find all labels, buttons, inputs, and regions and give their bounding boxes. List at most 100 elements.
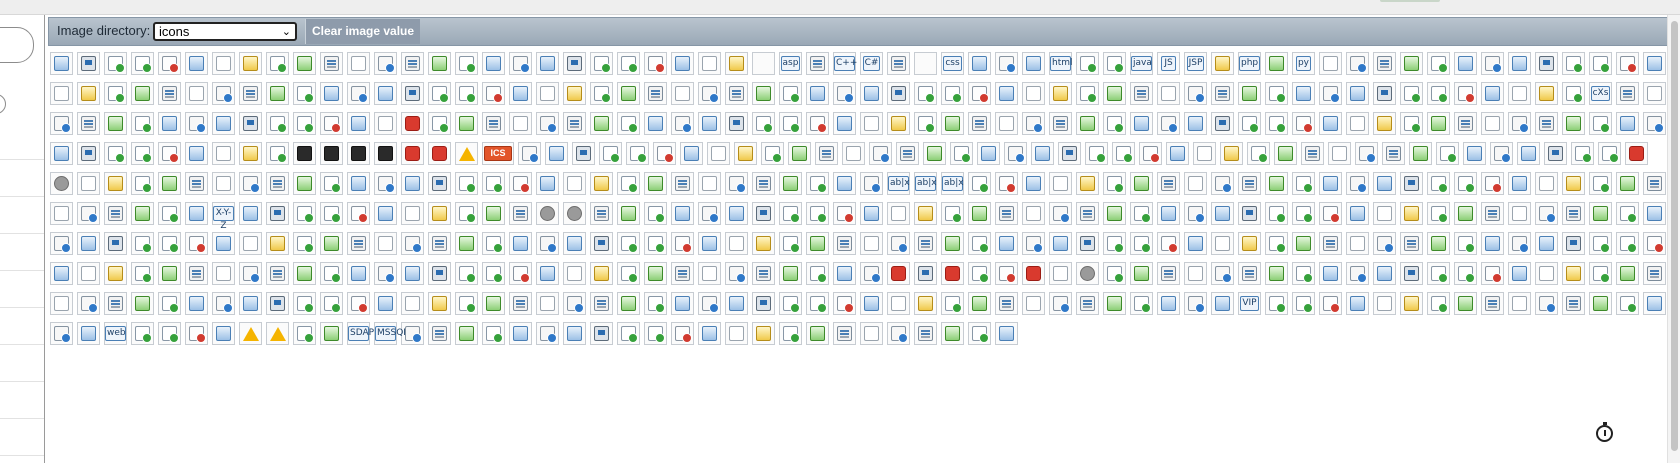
icon-thumbnail[interactable] [995,292,1018,315]
icon-thumbnail[interactable] [1319,172,1342,195]
icon-thumbnail[interactable] [131,322,154,345]
icon-thumbnail[interactable] [968,232,991,255]
icon-thumbnail[interactable] [320,52,343,75]
icon-thumbnail[interactable] [887,292,910,315]
icon-thumbnail[interactable] [1130,112,1153,135]
icon-thumbnail[interactable] [1211,52,1234,75]
icon-thumbnail[interactable] [428,52,451,75]
icon-thumbnail[interactable] [806,52,829,75]
icon-thumbnail[interactable] [104,142,127,165]
icon-thumbnail[interactable] [590,322,613,345]
icon-thumbnail[interactable] [482,172,505,195]
icon-thumbnail[interactable] [428,202,451,225]
icon-thumbnail[interactable] [1436,142,1459,165]
icon-thumbnail[interactable] [1400,202,1423,225]
icon-thumbnail[interactable] [1103,112,1126,135]
icon-thumbnail[interactable] [77,232,100,255]
icon-thumbnail[interactable] [482,52,505,75]
icon-thumbnail[interactable] [1535,82,1558,105]
icon-thumbnail[interactable] [1589,112,1612,135]
icon-thumbnail[interactable] [158,172,181,195]
icon-thumbnail[interactable] [1022,232,1045,255]
icon-thumbnail[interactable] [293,112,316,135]
icon-thumbnail[interactable] [1346,262,1369,285]
icon-thumbnail[interactable] [1481,172,1504,195]
icon-thumbnail[interactable] [509,292,532,315]
icon-thumbnail[interactable] [752,262,775,285]
icon-thumbnail[interactable] [779,262,802,285]
icon-thumbnail[interactable] [1049,292,1072,315]
icon-thumbnail[interactable] [995,172,1018,195]
icon-thumbnail[interactable]: ab|x [941,172,964,195]
icon-thumbnail[interactable] [617,232,640,255]
icon-thumbnail[interactable] [509,262,532,285]
icon-thumbnail[interactable] [428,262,451,285]
icon-thumbnail[interactable] [995,262,1018,285]
icon-thumbnail[interactable] [266,112,289,135]
icon-thumbnail[interactable] [1373,292,1396,315]
icon-thumbnail[interactable] [104,292,127,315]
icon-thumbnail[interactable] [761,142,784,165]
icon-thumbnail[interactable] [266,202,289,225]
icon-thumbnail[interactable] [77,262,100,285]
left-row[interactable] [0,271,44,308]
icon-thumbnail[interactable] [239,292,262,315]
icon-thumbnail[interactable] [509,52,532,75]
icon-thumbnail[interactable] [590,232,613,255]
icon-thumbnail[interactable] [536,202,559,225]
icon-thumbnail[interactable] [1238,262,1261,285]
icon-thumbnail[interactable] [644,82,667,105]
icon-thumbnail[interactable] [1589,52,1612,75]
icon-thumbnail[interactable] [1076,232,1099,255]
icon-thumbnail[interactable] [1184,172,1207,195]
icon-thumbnail[interactable] [77,322,100,345]
icon-thumbnail[interactable] [815,142,838,165]
icon-thumbnail[interactable] [1220,142,1243,165]
icon-thumbnail[interactable] [374,52,397,75]
icon-thumbnail[interactable] [1400,172,1423,195]
icon-thumbnail[interactable]: html [1049,52,1073,75]
icon-thumbnail[interactable] [482,202,505,225]
icon-thumbnail[interactable] [1427,112,1450,135]
icon-thumbnail[interactable] [563,202,586,225]
icon-thumbnail[interactable] [671,322,694,345]
icon-thumbnail[interactable] [1157,112,1180,135]
icon-thumbnail[interactable] [1562,112,1585,135]
icon-thumbnail[interactable] [185,142,208,165]
icon-thumbnail[interactable] [1643,172,1666,195]
icon-thumbnail[interactable]: C# [860,52,883,75]
icon-thumbnail[interactable] [644,172,667,195]
left-row[interactable] [0,345,44,382]
icon-thumbnail[interactable] [239,232,262,255]
icon-thumbnail[interactable] [455,262,478,285]
icon-thumbnail[interactable] [158,112,181,135]
icon-thumbnail[interactable] [1049,202,1072,225]
icon-thumbnail[interactable] [401,292,424,315]
icon-thumbnail[interactable] [1400,262,1423,285]
left-row[interactable] [0,123,44,160]
icon-thumbnail[interactable] [1211,82,1234,105]
icon-thumbnail[interactable] [1346,52,1369,75]
icon-thumbnail[interactable] [860,292,883,315]
icon-thumbnail[interactable] [131,232,154,255]
icon-thumbnail[interactable]: css [941,52,964,75]
icon-thumbnail[interactable] [536,112,559,135]
icon-thumbnail[interactable] [1130,172,1153,195]
icon-thumbnail[interactable] [1247,142,1270,165]
icon-thumbnail[interactable] [644,262,667,285]
icon-thumbnail[interactable] [1265,172,1288,195]
icon-thumbnail[interactable] [779,232,802,255]
icon-thumbnail[interactable] [1373,232,1396,255]
icon-thumbnail[interactable] [671,82,694,105]
icon-thumbnail[interactable] [401,322,424,345]
icon-thumbnail[interactable] [887,112,910,135]
icon-thumbnail[interactable] [1184,112,1207,135]
icon-thumbnail[interactable] [1481,292,1504,315]
icon-thumbnail[interactable] [1292,172,1315,195]
left-row[interactable] [0,419,44,456]
icon-thumbnail[interactable] [50,172,73,195]
icon-thumbnail[interactable] [482,322,505,345]
icon-thumbnail[interactable] [941,322,964,345]
icon-thumbnail[interactable] [806,172,829,195]
icon-thumbnail[interactable] [698,232,721,255]
